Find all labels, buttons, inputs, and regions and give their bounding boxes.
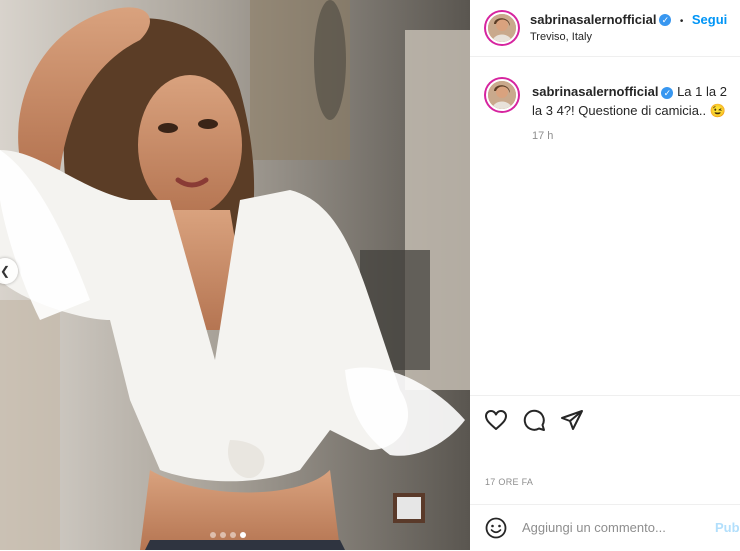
caption: sabrinasalernofficial ✓ La 1 la 2 la 3 4?…	[532, 82, 737, 120]
like-button[interactable]	[484, 408, 510, 434]
verified-badge-icon: ✓	[659, 13, 672, 26]
share-button[interactable]	[560, 408, 586, 434]
post-time-ago: 17 ORE FA	[485, 477, 534, 487]
separator-dot: •	[679, 16, 684, 27]
comment-input[interactable]: Aggiungi un commento...	[522, 520, 666, 535]
username-link[interactable]: sabrinasalernofficial	[530, 12, 656, 27]
publish-button[interactable]: Pub	[715, 520, 740, 535]
emoji-button[interactable]	[485, 517, 507, 539]
follow-button[interactable]: Segui	[692, 12, 727, 27]
carousel-dot-active	[240, 532, 246, 538]
emoji-icon	[485, 517, 507, 539]
heart-icon	[485, 410, 507, 430]
share-icon	[561, 410, 583, 430]
caption-avatar[interactable]	[486, 79, 518, 111]
post-side-panel: sabrinasalernofficial ✓ • Segui Treviso, …	[470, 0, 740, 550]
carousel-dot	[210, 532, 216, 538]
post-header: sabrinasalernofficial ✓ • Segui Treviso, …	[470, 0, 740, 57]
caption-time: 17 h	[532, 130, 554, 142]
comment-icon	[523, 409, 545, 431]
location-link[interactable]: Treviso, Italy	[530, 31, 592, 43]
carousel-dots	[210, 532, 246, 538]
comment-button[interactable]	[522, 408, 548, 434]
action-bar	[470, 395, 740, 446]
comment-bar: Aggiungi un commento... Pub	[470, 504, 740, 551]
avatar[interactable]	[486, 12, 518, 44]
caption-username[interactable]: sabrinasalernofficial	[532, 84, 658, 99]
carousel-dot	[220, 532, 226, 538]
verified-badge-icon: ✓	[661, 86, 674, 99]
post-image[interactable]: ❮	[0, 0, 470, 550]
chevron-left-icon: ❮	[0, 264, 11, 278]
carousel-dot	[230, 532, 236, 538]
